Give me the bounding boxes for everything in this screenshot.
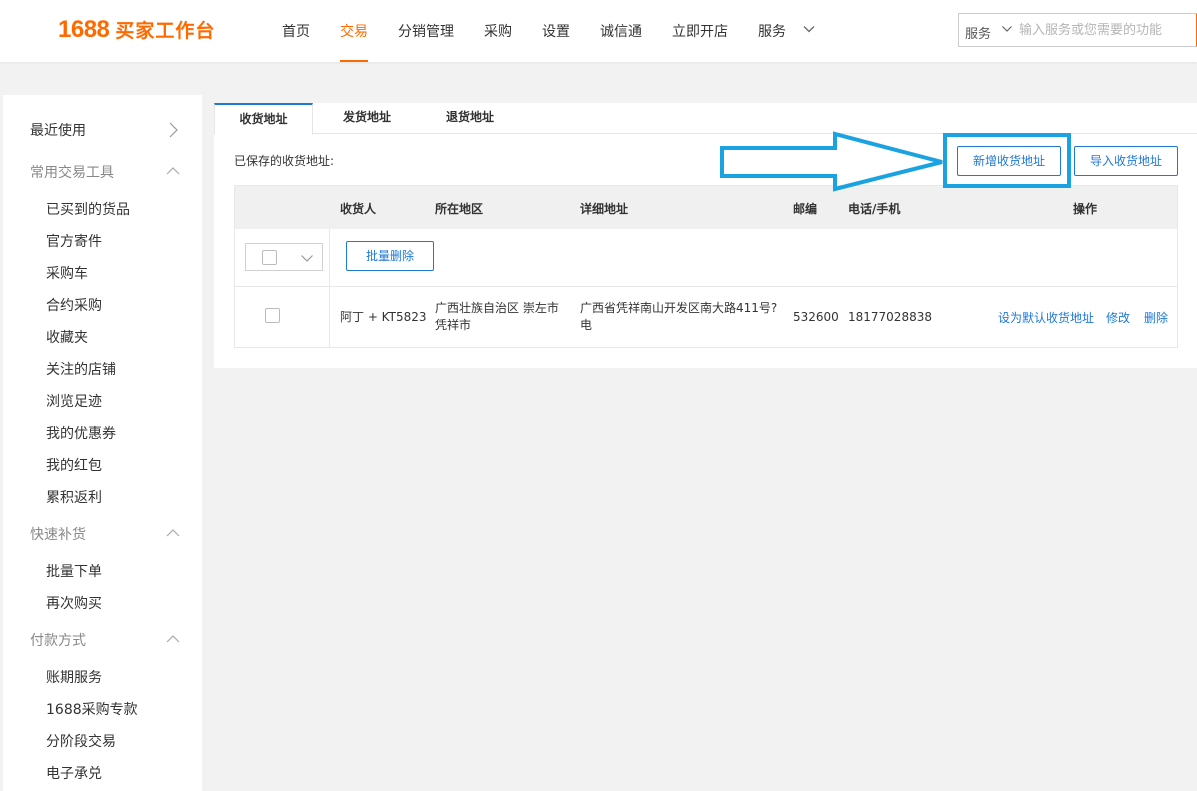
col-actions: 操作 xyxy=(1073,202,1098,216)
recipient-cell: 阿丁 + KT5823 xyxy=(340,310,427,324)
sidebar-item-red-packets[interactable]: 我的红包 xyxy=(3,448,202,480)
sidebar-item-purchase-fund[interactable]: 1688采购专款 xyxy=(3,692,202,724)
address-panel: 收货地址 发货地址 退货地址 已保存的收货地址: 新增收货地址 导入收货地址 收… xyxy=(214,103,1197,368)
postcode-cell: 532600 xyxy=(793,310,839,324)
sidebar-item-label: 关注的店铺 xyxy=(46,362,116,378)
chevron-down-icon[interactable] xyxy=(1001,23,1013,35)
logo-text: 买家工作台 xyxy=(115,21,216,42)
search-input[interactable] xyxy=(1019,18,1189,42)
sidebar-group-payment[interactable]: 付款方式 xyxy=(3,623,202,655)
chevron-up-icon xyxy=(166,167,180,175)
sidebar-recent-label: 最近使用 xyxy=(30,123,86,139)
address-line: 电 xyxy=(580,318,593,332)
chevron-up-icon xyxy=(166,635,180,643)
address-table: 收货人 所在地区 详细地址 邮编 电话/手机 操作 批量删除 阿丁 + KT58… xyxy=(234,185,1178,348)
edit-link[interactable]: 修改 xyxy=(1106,309,1130,326)
nav-open-store[interactable]: 立即开店 xyxy=(672,21,728,62)
nav-distribution[interactable]: 分销管理 xyxy=(398,21,454,62)
logo[interactable]: 1688 买家工作台 xyxy=(58,16,215,44)
batch-delete-button[interactable]: 批量删除 xyxy=(346,241,434,271)
region-cell: 广西壮族自治区 崇左市 凭祥市 xyxy=(435,300,570,334)
search-box: 服务 xyxy=(958,13,1197,47)
nav-purchase[interactable]: 采购 xyxy=(484,21,512,62)
tab-return-address[interactable]: 退货地址 xyxy=(421,103,519,134)
nav-trade[interactable]: 交易 xyxy=(340,21,368,62)
sidebar-item-label: 账期服务 xyxy=(46,670,102,686)
col-postcode: 邮编 xyxy=(793,202,818,216)
sidebar-group-label: 付款方式 xyxy=(30,633,86,649)
sidebar-item-bulk-order[interactable]: 批量下单 xyxy=(3,554,202,586)
sidebar-item-official-shipping[interactable]: 官方寄件 xyxy=(3,224,202,256)
sidebar-item-label: 我的红包 xyxy=(46,458,102,474)
sidebar-group-label: 常用交易工具 xyxy=(30,165,114,181)
chevron-down-icon[interactable] xyxy=(802,22,816,36)
saved-address-label: 已保存的收货地址: xyxy=(234,154,335,168)
sidebar-item-label: 官方寄件 xyxy=(46,234,102,250)
batch-actions-row: 批量删除 xyxy=(235,229,1177,287)
region-line: 凭祥市 xyxy=(435,318,472,332)
sidebar-recent[interactable]: 最近使用 xyxy=(3,113,202,145)
nav-services[interactable]: 服务 xyxy=(758,21,786,62)
address-tabs: 收货地址 发货地址 退货地址 xyxy=(214,103,1197,135)
chevron-up-icon xyxy=(166,529,180,537)
sidebar-group-common-tools[interactable]: 常用交易工具 xyxy=(3,155,202,187)
sidebar-item-label: 分阶段交易 xyxy=(46,734,116,750)
sidebar-item-purchased[interactable]: 已买到的货品 xyxy=(3,192,202,224)
chevron-down-icon[interactable] xyxy=(300,251,314,265)
set-default-link[interactable]: 设为默认收货地址 xyxy=(998,309,1094,326)
tab-sender-address[interactable]: 发货地址 xyxy=(318,103,416,134)
delete-link[interactable]: 删除 xyxy=(1144,309,1168,326)
sidebar-item-staged-trade[interactable]: 分阶段交易 xyxy=(3,724,202,756)
sidebar-group-label: 快速补货 xyxy=(30,527,86,543)
sidebar-item-label: 收藏夹 xyxy=(46,330,88,346)
sidebar-item-label: 采购车 xyxy=(46,266,88,282)
sidebar-item-cart[interactable]: 采购车 xyxy=(3,256,202,288)
sidebar-item-rebuy[interactable]: 再次购买 xyxy=(3,586,202,618)
table-row: 阿丁 + KT5823 广西壮族自治区 崇左市 凭祥市 广西省凭祥南山开发区南大… xyxy=(235,288,1177,347)
phone-cell: 18177028838 xyxy=(848,310,932,324)
sidebar-item-label: 浏览足迹 xyxy=(46,394,102,410)
nav-chengxintong[interactable]: 诚信通 xyxy=(600,21,642,62)
nav-home[interactable]: 首页 xyxy=(282,21,310,62)
sidebar-item-contract-purchase[interactable]: 合约采购 xyxy=(3,288,202,320)
sidebar-item-label: 1688采购专款 xyxy=(46,702,138,718)
sidebar-item-e-acceptance[interactable]: 电子承兑 xyxy=(3,756,202,788)
add-address-button[interactable]: 新增收货地址 xyxy=(957,146,1061,176)
sidebar-group-restock[interactable]: 快速补货 xyxy=(3,517,202,549)
row-checkbox[interactable] xyxy=(265,308,280,323)
sidebar-item-label: 电子承兑 xyxy=(46,766,102,782)
sidebar-item-label: 已买到的货品 xyxy=(46,202,130,218)
col-phone: 电话/手机 xyxy=(848,202,901,216)
top-header: 1688 买家工作台 首页 交易 分销管理 采购 设置 诚信通 立即开店 服务 服… xyxy=(0,0,1197,62)
logo-number: 1688 xyxy=(58,16,110,43)
address-line: 广西省凭祥南山开发区南大路411号? xyxy=(580,301,778,315)
address-cell: 广西省凭祥南山开发区南大路411号? 电 xyxy=(580,300,785,334)
nav-settings[interactable]: 设置 xyxy=(542,21,570,62)
region-line: 广西壮族自治区 崇左市 xyxy=(435,301,559,315)
sidebar-item-label: 再次购买 xyxy=(46,596,102,612)
sidebar-item-followed-stores[interactable]: 关注的店铺 xyxy=(3,352,202,384)
col-recipient: 收货人 xyxy=(340,202,377,216)
sidebar-item-label: 批量下单 xyxy=(46,564,102,580)
select-all-checkbox[interactable] xyxy=(262,250,277,265)
sidebar-item-favorites[interactable]: 收藏夹 xyxy=(3,320,202,352)
sidebar-item-label: 我的优惠券 xyxy=(46,426,116,442)
sidebar-item-label: 合约采购 xyxy=(46,298,102,314)
sidebar-item-history[interactable]: 浏览足迹 xyxy=(3,384,202,416)
sidebar-item-label: 累积返利 xyxy=(46,490,102,506)
col-address: 详细地址 xyxy=(580,202,629,216)
sidebar-item-rebates[interactable]: 累积返利 xyxy=(3,480,202,512)
sidebar-item-credit-terms[interactable]: 账期服务 xyxy=(3,660,202,692)
tab-shipping-address[interactable]: 收货地址 xyxy=(214,103,313,135)
sidebar: 最近使用 常用交易工具 已买到的货品 官方寄件 采购车 合约采购 收藏夹 关注的… xyxy=(3,95,202,791)
search-scope[interactable]: 服务 xyxy=(965,23,991,42)
chevron-right-icon xyxy=(169,122,178,138)
sidebar-item-coupons[interactable]: 我的优惠券 xyxy=(3,416,202,448)
import-address-button[interactable]: 导入收货地址 xyxy=(1074,146,1178,176)
table-header: 收货人 所在地区 详细地址 邮编 电话/手机 操作 xyxy=(235,186,1177,229)
select-all-dropdown[interactable] xyxy=(245,243,323,271)
col-region: 所在地区 xyxy=(435,202,484,216)
